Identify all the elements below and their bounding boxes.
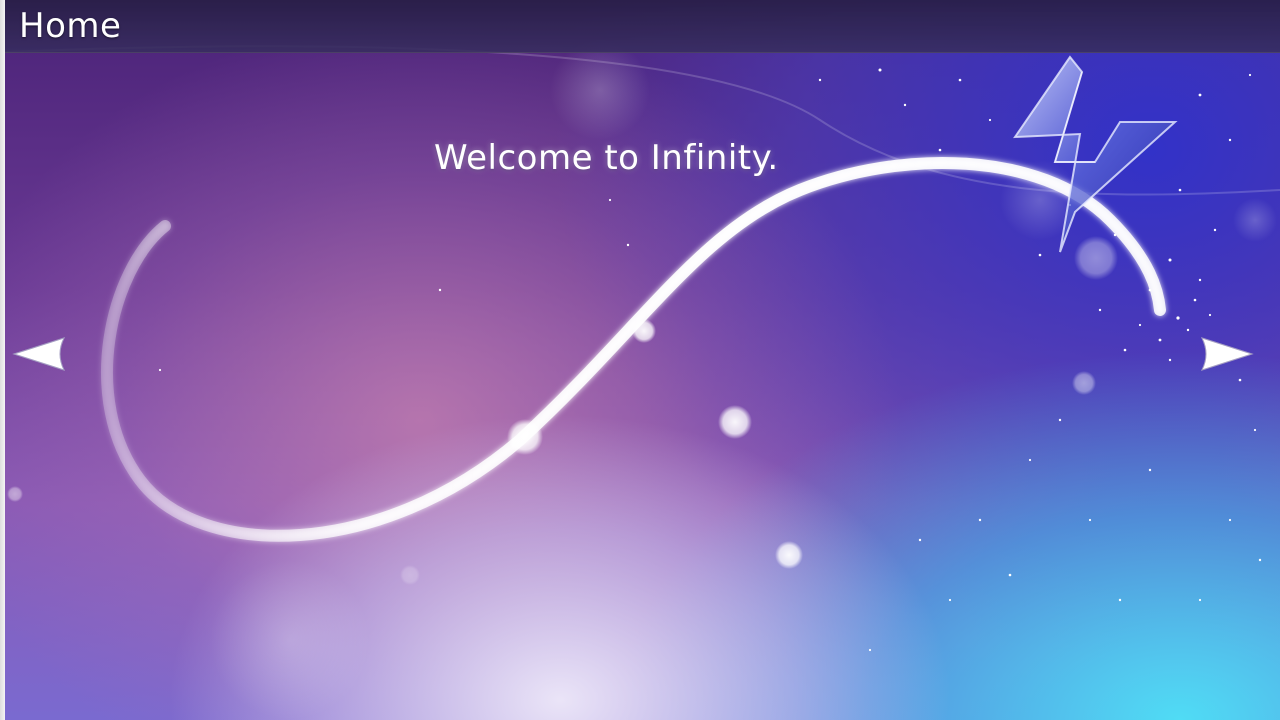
infinity-logo-icon bbox=[1013, 55, 1178, 253]
nav-right-button[interactable] bbox=[1200, 334, 1254, 374]
top-bar: Home bbox=[5, 0, 1280, 53]
arrow-right-icon bbox=[1201, 337, 1254, 371]
arrow-left-icon bbox=[12, 337, 65, 371]
nav-left-button[interactable] bbox=[12, 334, 66, 374]
page-title: Home bbox=[19, 6, 122, 46]
home-screen: Home Welcome to Infinity. bbox=[0, 0, 1280, 720]
welcome-message: Welcome to Infinity. bbox=[434, 138, 779, 178]
screen-frame bbox=[0, 0, 5, 720]
